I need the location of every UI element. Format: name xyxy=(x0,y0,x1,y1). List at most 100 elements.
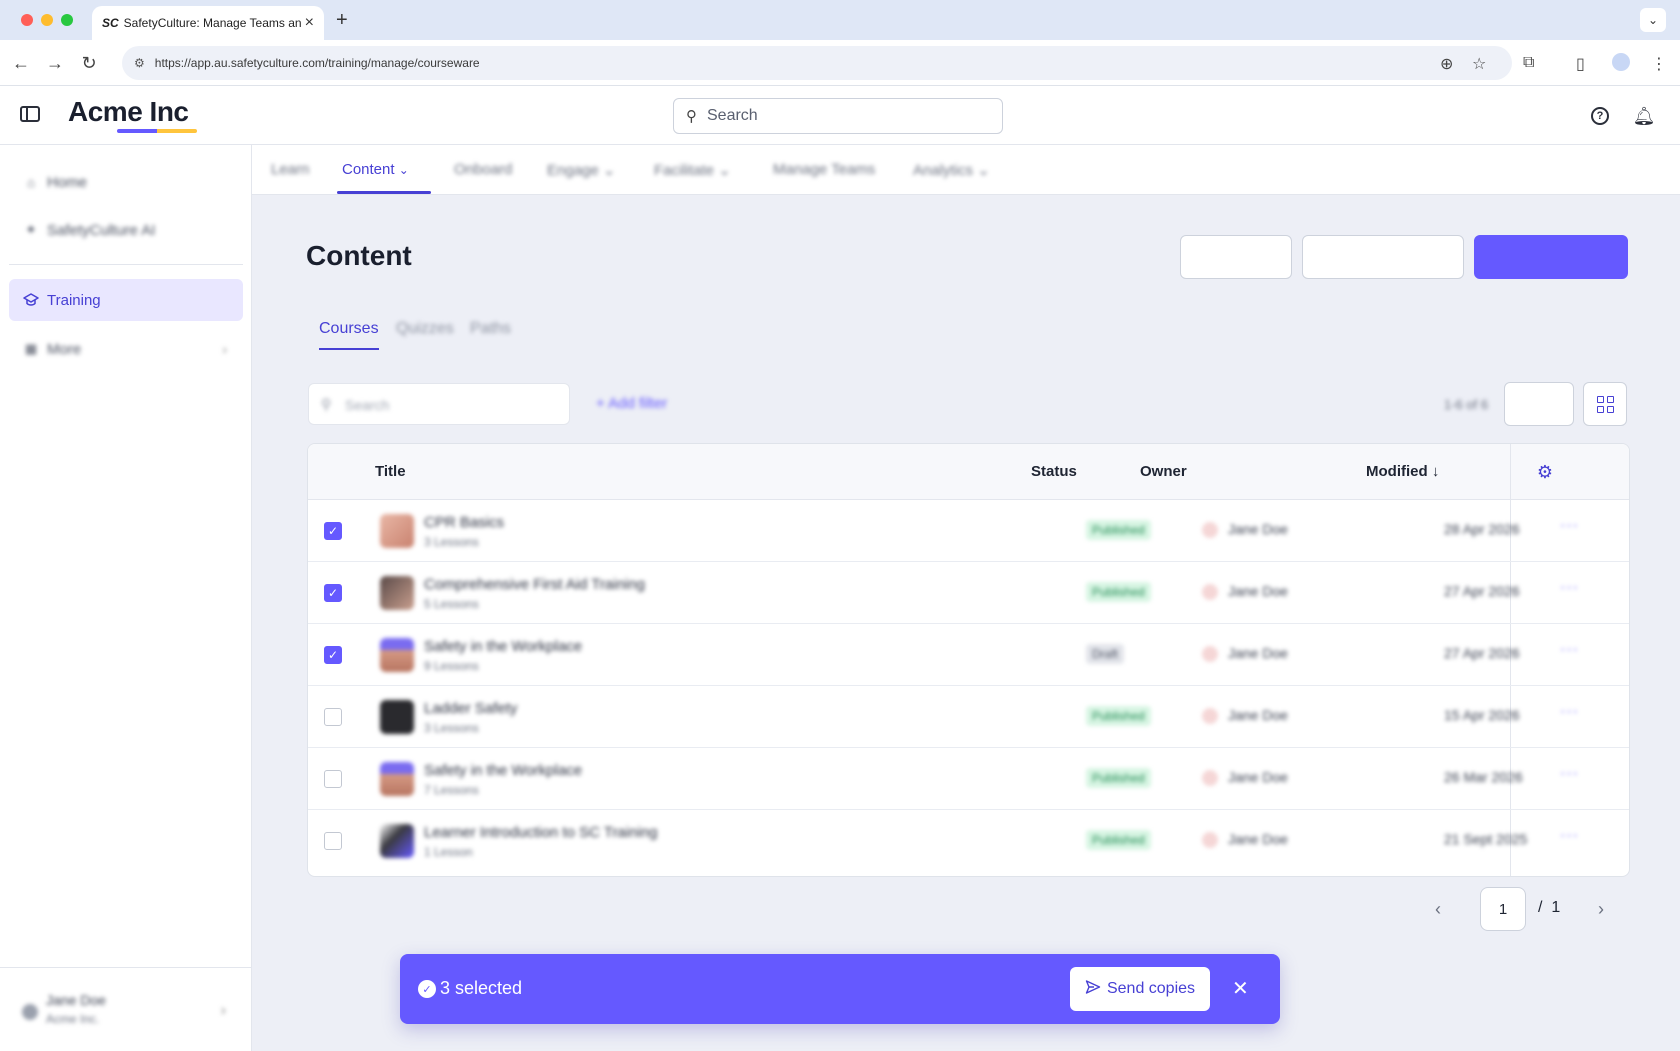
modified-date: 27 Apr 2026 xyxy=(1444,583,1520,599)
column-status[interactable]: Status xyxy=(1031,463,1077,480)
add-filter-button[interactable]: + Add filter xyxy=(596,395,667,412)
sidebar-item-home[interactable]: ⌂ Home xyxy=(9,161,243,203)
row-menu-icon[interactable]: ··· xyxy=(1560,703,1579,721)
help-icon[interactable]: ? xyxy=(1590,106,1610,126)
row-menu-icon[interactable]: ··· xyxy=(1560,579,1579,597)
content-search-input[interactable]: ⚲ Search xyxy=(308,383,570,425)
row-checkbox[interactable]: ✓ xyxy=(324,584,342,602)
owner-name: Jane Doe xyxy=(1228,831,1288,847)
page-number-input[interactable]: 1 xyxy=(1480,887,1526,931)
profile-avatar-icon[interactable] xyxy=(1612,53,1630,71)
back-arrow-icon[interactable]: ← xyxy=(8,50,34,76)
chevron-down-icon: ⌄ xyxy=(977,162,990,179)
tab-courses[interactable]: Courses xyxy=(319,320,379,338)
new-tab-button[interactable]: + xyxy=(336,9,348,32)
owner-avatar xyxy=(1202,770,1218,786)
status-badge: Published xyxy=(1086,706,1151,726)
tab-active-indicator xyxy=(319,348,379,350)
side-panel-icon[interactable]: ▯ xyxy=(1576,54,1585,74)
sidebar-toggle-icon[interactable] xyxy=(20,106,40,122)
user-name: Jane Doe xyxy=(46,992,106,1008)
forward-arrow-icon[interactable]: → xyxy=(42,50,68,76)
bookmark-star-icon[interactable]: ☆ xyxy=(1472,54,1486,74)
primary-action-button[interactable] xyxy=(1474,235,1628,279)
grid-view-icon[interactable] xyxy=(1583,382,1627,426)
bell-icon[interactable]: 🔔︎ xyxy=(1633,106,1656,126)
sidebar-item-more[interactable]: ▦ More › xyxy=(9,328,243,370)
row-checkbox[interactable] xyxy=(324,832,342,850)
help-circle: ? xyxy=(1591,107,1609,125)
table-row[interactable]: Ladder Safety 3 Lessons Published Jane D… xyxy=(308,686,1629,748)
subnav-manage-teams[interactable]: Manage Teams xyxy=(773,161,875,178)
close-icon[interactable]: ✕ xyxy=(1232,976,1249,1001)
courses-table: Title Status Owner Modified ↓ ⚙ ✓ CPR Ba… xyxy=(307,443,1630,877)
reload-icon[interactable]: ↻ xyxy=(76,50,102,76)
status-badge: Published xyxy=(1086,520,1151,540)
table-row[interactable]: ✓ Safety in the Workplace 9 Lessons Draf… xyxy=(308,624,1629,686)
table-header: Title Status Owner Modified ↓ ⚙ xyxy=(308,444,1629,500)
row-menu-icon[interactable]: ··· xyxy=(1560,827,1579,845)
secondary-action-button-2[interactable] xyxy=(1302,235,1464,279)
graduation-cap-icon xyxy=(23,292,39,308)
tab-search-chevron-icon[interactable]: ⌄ xyxy=(1640,8,1666,32)
tab-title: SafetyCulture: Manage Teams and... xyxy=(123,16,301,30)
row-menu-icon[interactable]: ··· xyxy=(1560,641,1579,659)
minimize-window-button[interactable] xyxy=(41,14,53,26)
table-row[interactable]: ✓ Comprehensive First Aid Training 5 Les… xyxy=(308,562,1629,624)
subnav-content-label: Content xyxy=(342,161,395,178)
maximize-window-button[interactable] xyxy=(61,14,73,26)
subnav-analytics[interactable]: Analytics ⌄ xyxy=(913,161,990,179)
zoom-icon[interactable]: ⊕ xyxy=(1440,54,1453,74)
address-bar[interactable]: ⚙ https://app.au.safetyculture.com/train… xyxy=(122,46,1512,80)
owner-name: Jane Doe xyxy=(1228,521,1288,537)
modified-date: 27 Apr 2026 xyxy=(1444,645,1520,661)
extensions-icon[interactable]: ⧉ xyxy=(1523,54,1534,72)
site-settings-icon[interactable]: ⚙ xyxy=(134,56,145,70)
send-copies-button[interactable]: Send copies xyxy=(1070,967,1210,1011)
subnav-facilitate[interactable]: Facilitate ⌄ xyxy=(654,161,731,179)
row-menu-icon[interactable]: ··· xyxy=(1560,765,1579,783)
gear-icon[interactable]: ⚙ xyxy=(1534,461,1556,483)
next-page-icon[interactable]: › xyxy=(1598,899,1604,920)
search-input[interactable]: ⚲ Search xyxy=(673,98,1003,134)
row-menu-icon[interactable]: ··· xyxy=(1560,517,1579,535)
previous-page-icon[interactable]: ‹ xyxy=(1435,899,1441,920)
sidebar-item-training[interactable]: Training xyxy=(9,279,243,321)
subnav-learn[interactable]: Learn xyxy=(271,161,309,178)
subnav-onboard[interactable]: Onboard xyxy=(454,161,512,178)
check-circle-icon: ✓ xyxy=(418,980,436,998)
result-count: 1-6 of 6 xyxy=(1444,397,1489,412)
search-icon: ⚲ xyxy=(686,108,697,125)
browser-menu-icon[interactable]: ⋮ xyxy=(1651,54,1667,74)
subnav-content[interactable]: Content ⌄ xyxy=(342,161,409,178)
secondary-action-button[interactable] xyxy=(1180,235,1292,279)
column-title[interactable]: Title xyxy=(375,463,406,480)
column-modified[interactable]: Modified ↓ xyxy=(1366,463,1439,480)
tab-quizzes[interactable]: Quizzes xyxy=(396,320,454,338)
browser-tab[interactable]: SC SafetyCulture: Manage Teams and... × xyxy=(92,6,324,40)
search-icon: ⚲ xyxy=(321,396,332,412)
row-checkbox[interactable] xyxy=(324,770,342,788)
row-checkbox[interactable]: ✓ xyxy=(324,646,342,664)
row-checkbox[interactable] xyxy=(324,708,342,726)
sort-select[interactable] xyxy=(1504,382,1574,426)
search-placeholder: Search xyxy=(707,107,758,124)
course-thumbnail xyxy=(380,762,414,796)
user-menu[interactable]: Jane Doe Acme Inc. › xyxy=(0,967,252,1051)
close-tab-icon[interactable]: × xyxy=(305,14,314,32)
sidebar-item-ai[interactable]: ✦ SafetyCulture AI xyxy=(9,209,243,251)
close-window-button[interactable] xyxy=(21,14,33,26)
column-owner[interactable]: Owner xyxy=(1140,463,1187,480)
modified-date: 28 Apr 2026 xyxy=(1444,521,1520,537)
course-title: Comprehensive First Aid Training xyxy=(424,576,645,593)
sidebar-item-label: Home xyxy=(47,173,88,191)
owner-name: Jane Doe xyxy=(1228,583,1288,599)
sort-arrow-down-icon: ↓ xyxy=(1431,463,1440,480)
tab-paths[interactable]: Paths xyxy=(470,320,511,338)
table-row[interactable]: ✓ CPR Basics 3 Lessons Published Jane Do… xyxy=(308,500,1629,562)
subnav-engage[interactable]: Engage ⌄ xyxy=(547,161,615,179)
table-row[interactable]: Safety in the Workplace 7 Lessons Publis… xyxy=(308,748,1629,810)
row-checkbox[interactable]: ✓ xyxy=(324,522,342,540)
owner-avatar xyxy=(1202,522,1218,538)
table-row[interactable]: Learner Introduction to SC Training 1 Le… xyxy=(308,810,1629,872)
